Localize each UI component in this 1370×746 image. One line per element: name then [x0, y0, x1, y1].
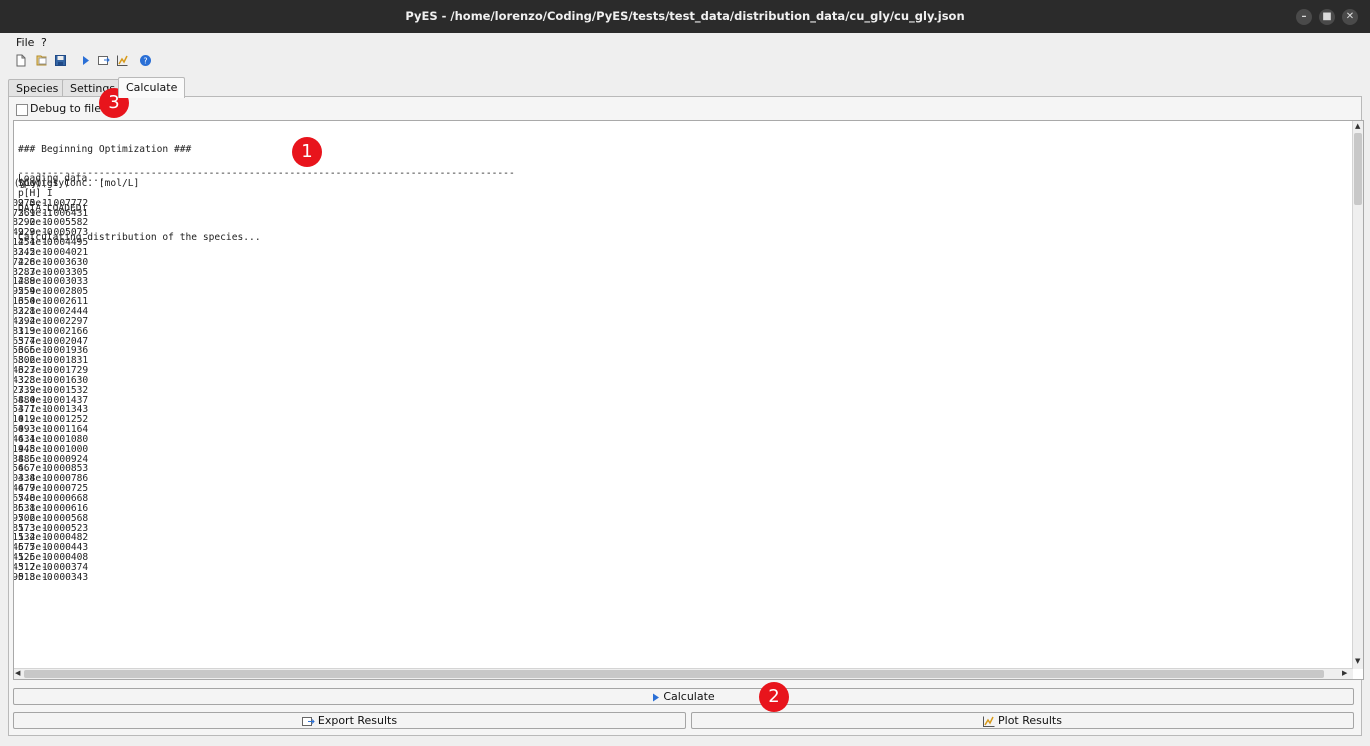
- tab-calculate[interactable]: Calculate: [118, 77, 186, 98]
- scroll-down-icon[interactable]: ▼: [1355, 657, 1360, 665]
- help-icon[interactable]: ?: [139, 54, 152, 67]
- export-results-button[interactable]: Export Results: [13, 712, 686, 729]
- run-icon[interactable]: [79, 54, 92, 67]
- table-row: 5.81.0003433.114727e-058.786614e-081.584…: [14, 572, 88, 583]
- run-icon: [653, 693, 660, 701]
- plot-results-button[interactable]: Plot Results: [691, 712, 1354, 729]
- window-title: PyES - /home/lorenzo/Coding/PyES/tests/t…: [405, 9, 965, 23]
- vertical-scroll-thumb[interactable]: [1354, 133, 1362, 205]
- maximize-button[interactable]: ■: [1319, 9, 1335, 25]
- open-file-icon[interactable]: [35, 54, 48, 67]
- close-button[interactable]: ✕: [1342, 9, 1358, 25]
- horizontal-scrollbar[interactable]: ◀ ▶: [14, 668, 1353, 679]
- annotation-badge-1: 1: [292, 137, 322, 167]
- horizontal-scroll-thumb[interactable]: [24, 670, 1324, 678]
- menu-file[interactable]: File: [16, 36, 34, 49]
- menu-help[interactable]: ?: [41, 36, 47, 49]
- export-icon[interactable]: [97, 54, 110, 67]
- calculate-button[interactable]: Calculate: [13, 688, 1354, 705]
- scroll-up-icon[interactable]: ▲: [1355, 122, 1360, 130]
- plot-icon: [983, 716, 995, 727]
- plot-icon[interactable]: [116, 54, 129, 67]
- output-text-area[interactable]: ### Beginning Optimization ### Loading d…: [13, 120, 1364, 680]
- scroll-left-icon[interactable]: ◀: [15, 669, 20, 677]
- export-icon: [301, 716, 315, 726]
- debug-label: Debug to file: [30, 102, 101, 115]
- debug-checkbox[interactable]: [16, 104, 28, 116]
- tab-species[interactable]: Species: [8, 79, 67, 97]
- save-icon[interactable]: [54, 54, 67, 67]
- export-button-label: Export Results: [317, 714, 398, 727]
- annotation-badge-2: 2: [759, 682, 789, 712]
- minimize-button[interactable]: –: [1296, 9, 1312, 25]
- vertical-scrollbar[interactable]: ▲ ▼: [1352, 121, 1363, 669]
- toolbar: ?: [0, 51, 1370, 71]
- calculate-button-label: Calculate: [663, 690, 715, 703]
- table-cell: 4.089013e-0: [14, 571, 53, 583]
- menu-bar: File ?: [0, 33, 1370, 51]
- plot-button-label: Plot Results: [998, 714, 1062, 727]
- log-line: ### Beginning Optimization ###: [18, 143, 192, 155]
- title-bar: PyES - /home/lorenzo/Coding/PyES/tests/t…: [0, 0, 1370, 33]
- new-file-icon[interactable]: [14, 54, 27, 67]
- results-table: Species Conc. [mol/L]CuglyH(gly)(H)(gly)…: [14, 179, 139, 583]
- svg-text:?: ?: [143, 57, 147, 66]
- scroll-right-icon[interactable]: ▶: [1342, 669, 1347, 677]
